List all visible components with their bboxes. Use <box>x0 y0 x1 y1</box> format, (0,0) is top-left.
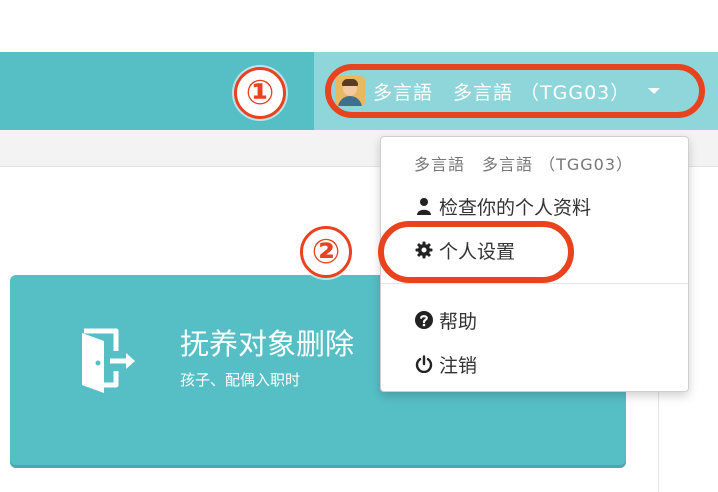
step-2-marker: ② <box>300 226 352 278</box>
menu-item-profile-label: 检查你的个人资料 <box>439 196 592 219</box>
user-menu-toggle[interactable]: 多言語 多言語 （TGG03） <box>325 64 705 118</box>
gear-icon <box>415 241 433 259</box>
card-title: 抚养对象删除 <box>180 327 355 361</box>
menu-item-help[interactable]: 帮助 <box>415 305 477 335</box>
user-avatar-icon <box>335 76 365 106</box>
menu-item-settings-label: 个人设置 <box>439 240 516 263</box>
dropdown-user-header: 多言語 多言語 （TGG03） <box>414 155 634 174</box>
caret-down-icon <box>648 88 661 94</box>
exit-door-icon <box>82 328 135 393</box>
step-1-marker: ① <box>234 67 286 119</box>
page: 多言語 多言語 （TGG03） ① 抚养对象删除 孩子、配偶入职时 多言語 多言… <box>0 0 718 492</box>
top-margin <box>0 0 718 52</box>
menu-item-logout[interactable]: 注销 <box>415 349 477 379</box>
user-display-name: 多言語 多言語 （TGG03） <box>373 81 631 104</box>
menu-divider <box>381 283 688 284</box>
menu-item-logout-label: 注销 <box>439 354 478 377</box>
user-icon <box>417 198 431 215</box>
menu-item-profile[interactable]: 检查你的个人资料 <box>415 191 591 221</box>
card-subtitle: 孩子、配偶入职时 <box>180 371 301 389</box>
question-circle-icon <box>415 311 433 329</box>
menu-item-settings[interactable]: 个人设置 <box>415 235 515 265</box>
power-icon <box>415 355 433 373</box>
user-dropdown-menu: 多言語 多言語 （TGG03） 检查你的个人资料 个人设置 帮助 注销 <box>380 136 689 392</box>
menu-item-help-label: 帮助 <box>439 310 478 333</box>
